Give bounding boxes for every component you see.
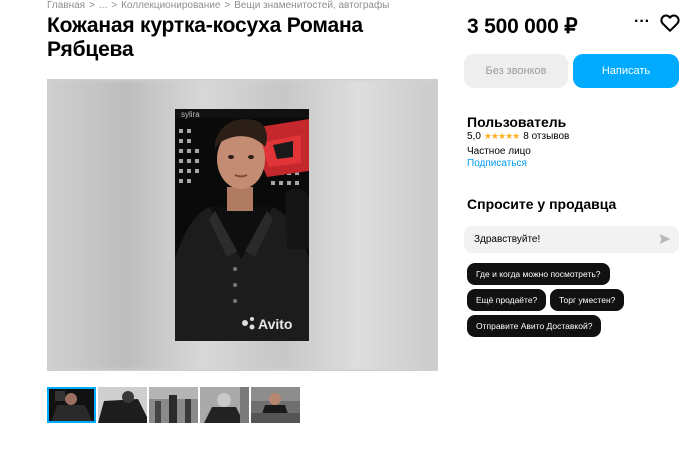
thumbnail-2[interactable] (98, 387, 147, 423)
seller-type: Частное лицо (467, 146, 531, 157)
breadcrumb-separator: > (89, 0, 95, 11)
message-input[interactable] (474, 226, 654, 253)
send-icon[interactable] (659, 233, 671, 245)
more-horizontal-icon[interactable]: ··· (632, 12, 652, 32)
rating-value: 5,0 (467, 131, 481, 142)
listing-title: Кожаная куртка-косуха Романа Рябцева (47, 14, 363, 61)
ask-seller-title: Спросите у продавца (467, 196, 617, 212)
message-box (464, 226, 679, 253)
photo-caption: sylira (181, 110, 200, 119)
quick-question-chip[interactable]: Ещё продаёте? (467, 289, 547, 311)
thumbnail-4[interactable] (200, 387, 249, 423)
thumbnail-5[interactable] (251, 387, 300, 423)
breadcrumb: Главная >... > Коллекционирование > Вещи знам… (47, 0, 389, 11)
write-message-button[interactable]: Написать (573, 54, 679, 88)
seller-name[interactable]: Пользователь (467, 114, 566, 130)
breadcrumb-separator: > (224, 0, 231, 11)
subscribe-link[interactable]: Подписаться (467, 158, 527, 169)
breadcrumb-collapsed[interactable]: ... (99, 0, 107, 11)
breadcrumb-separator: > (111, 0, 118, 11)
no-calls-button[interactable]: Без звонков (464, 54, 568, 88)
thumbnail-1[interactable] (47, 387, 96, 423)
rating-stars-icon: ★★★★★ (483, 131, 520, 141)
photo-gallery[interactable]: sylira Avito (47, 79, 438, 371)
listing-price: 3 500 000 ₽ (467, 15, 578, 38)
reviews-count: 8 отзывов (523, 131, 570, 142)
quick-question-chip[interactable]: Отправите Авито Доставкой? (467, 315, 602, 337)
thumbnail-3[interactable] (149, 387, 198, 423)
breadcrumb-collecting[interactable]: Коллекционирование (121, 0, 220, 11)
main-photo[interactable]: sylira Avito (175, 109, 309, 341)
seller-rating[interactable]: 5,0 ★★★★★ 8 отзывов (467, 131, 569, 142)
breadcrumb-celebrity-items[interactable]: Вещи знаменитостей, автографы (234, 0, 389, 11)
watermark-text: Avito (258, 316, 292, 332)
breadcrumb-home[interactable]: Главная (47, 0, 85, 11)
main-photo-image: sylira Avito (175, 109, 309, 341)
heart-icon[interactable] (659, 12, 681, 34)
quick-question-chip[interactable]: Где и когда можно посмотреть? (467, 263, 610, 285)
quick-question-chip[interactable]: Торг уместен? (550, 289, 625, 311)
